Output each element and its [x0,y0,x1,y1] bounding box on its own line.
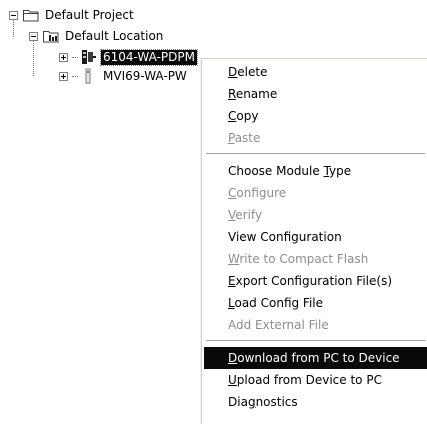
folder-icon [23,10,39,22]
module-icon [82,50,96,64]
tree-node-project[interactable]: Default Project [9,6,136,24]
menu-mnemonic: T [323,164,330,178]
expand-icon[interactable] [59,52,68,62]
tree-node-module[interactable]: MVI69-WA-PW [59,67,189,85]
tree-node-location[interactable]: Default Location [29,27,165,45]
menu-mnemonic: R [228,87,236,101]
tree-node-module[interactable]: 6104-WA-PDPM [59,48,198,66]
menu-mnemonic: V [228,208,236,222]
context-menu: Delete Rename Copy Paste Choose Module Type C… [201,58,427,424]
menu-item-write-to-compact-flash: Write to Compact Flash [228,252,369,266]
screen: Default Project Default Location 6104-WA… [0,0,427,424]
menu-item-verify: Verify [228,208,263,222]
menu-item-paste: Paste [228,131,261,145]
tree-connector [72,75,78,77]
menu-mnemonic: C [228,109,237,123]
menu-item-download-from-pc-to-device[interactable]: Download from PC to Device [204,347,427,369]
menu-mnemonic: E [228,274,236,288]
menu-item-copy[interactable]: Copy [204,105,427,127]
menu-mnemonic: W [228,252,240,266]
tree-label-module: MVI69-WA-PW [103,68,187,83]
menu-item-rename[interactable]: Rename [204,83,427,105]
menu-item-view-configuration[interactable]: View Configuration [204,226,427,248]
collapse-icon[interactable] [29,31,38,41]
menu-mnemonic: D [228,65,238,79]
menu-item-choose-module-type[interactable]: Choose Module Type [204,160,427,182]
menu-mnemonic: C [228,186,237,200]
menu-item-configure: Configure [228,186,287,200]
menu-item-upload-from-device-to-pc[interactable]: Upload from Device to PC [204,369,427,391]
menu-item-export-configuration-file-s[interactable]: Export Configuration File(s) [204,270,427,292]
location-folder-icon [43,31,59,43]
menu-item-add-external-file: Add External File [228,318,329,332]
menu-mnemonic: L [228,296,235,310]
menu-item-diagnostics[interactable]: Diagnostics [204,391,427,413]
menu-mnemonic: U [228,373,237,387]
menu-item-load-config-file[interactable]: Load Config File [204,292,427,314]
expand-icon[interactable] [59,71,68,81]
menu-mnemonic: P [228,131,235,145]
tree-label-module-selected: 6104-WA-PDPM [100,48,198,66]
collapse-icon[interactable] [9,10,18,20]
menu-separator [206,153,425,155]
module-icon [85,68,91,84]
menu-item-delete[interactable]: Delete [204,61,427,83]
menu-mnemonic: D [228,351,238,365]
menu-separator [206,340,425,342]
tree-label-project: Default Project [45,7,134,22]
menu-mnemonic: g [247,395,256,409]
tree-connector [72,56,78,58]
tree-label-location: Default Location [65,28,164,43]
